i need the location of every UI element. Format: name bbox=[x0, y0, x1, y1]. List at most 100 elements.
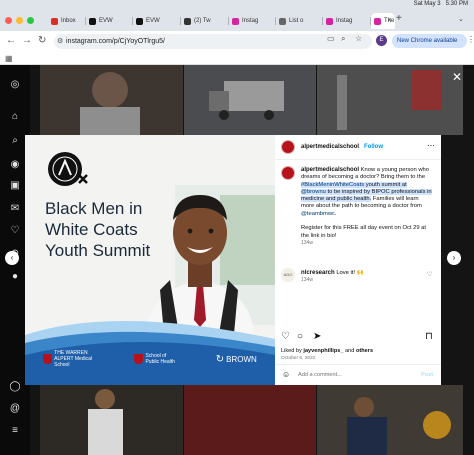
sponsor-logos: THE WARREN ALPERT Medical School School … bbox=[25, 347, 275, 371]
forward-icon[interactable]: → bbox=[22, 35, 32, 46]
chrome-menu-icon[interactable]: ⋮ bbox=[467, 35, 474, 44]
search-icon[interactable]: ⌕ bbox=[8, 135, 22, 146]
caption-hashtag-link[interactable]: #BlackMeninWhiteCoats bbox=[301, 181, 365, 188]
tab-label: Inbox bbox=[61, 18, 76, 24]
post-modal: Black Men in White Coats Youth Summit TH… bbox=[25, 135, 441, 385]
post-image[interactable]: Black Men in White Coats Youth Summit TH… bbox=[25, 135, 275, 385]
background-post-thumbnail[interactable] bbox=[40, 65, 183, 135]
address-bar[interactable]: ⚙ instagram.com/p/CjYoyOTlrgu5/ bbox=[54, 34, 372, 49]
tab-favicon-icon bbox=[232, 17, 239, 25]
bookmark-star-icon[interactable]: ☆ bbox=[355, 34, 362, 43]
tab-favicon-icon bbox=[89, 17, 96, 25]
close-modal-icon[interactable]: ✕ bbox=[452, 70, 462, 84]
likes-others-link[interactable]: others bbox=[356, 348, 373, 354]
commenter-avatar[interactable]: ADO bbox=[281, 268, 295, 282]
bio-med-icon: ↻ bbox=[215, 353, 225, 365]
background-post-thumbnail[interactable] bbox=[317, 65, 463, 135]
tab-favicon-icon bbox=[374, 17, 381, 25]
post-caption: alpertmedicalschool Know a young person … bbox=[301, 167, 433, 247]
browser-tab[interactable]: (2) Tw bbox=[181, 13, 229, 29]
close-tab-icon[interactable]: ✕ bbox=[387, 17, 392, 24]
emoji-icon[interactable]: ☺ bbox=[282, 370, 290, 379]
caption-mention-link[interactable]: @teambmwc bbox=[301, 211, 335, 217]
more-options-icon[interactable]: ⋯ bbox=[427, 141, 435, 150]
browser-tab[interactable]: Instag bbox=[323, 13, 371, 29]
apps-grid-icon[interactable]: ▦ bbox=[5, 54, 13, 63]
post-header: alpertmedicalschool • Follow ⋯ bbox=[275, 135, 441, 160]
add-comment-input[interactable]: Add a comment... bbox=[298, 372, 342, 378]
browser-tab[interactable]: EVW bbox=[86, 13, 133, 29]
zoom-window-button[interactable] bbox=[27, 17, 34, 24]
follow-button[interactable]: Follow bbox=[364, 144, 383, 150]
like-icon[interactable]: ♡ bbox=[281, 331, 290, 342]
tab-search-icon[interactable]: ⌄ bbox=[458, 15, 464, 23]
tab-label: Instag bbox=[242, 18, 259, 24]
reels-icon[interactable]: ▣ bbox=[8, 180, 22, 191]
brown-logo: ↻ BROWN bbox=[216, 354, 257, 365]
tab-label: (2) Tw bbox=[194, 18, 211, 24]
site-info-icon[interactable]: ⚙ bbox=[57, 34, 63, 49]
profile-icon[interactable]: ● bbox=[8, 271, 22, 282]
background-post-thumbnail[interactable] bbox=[184, 385, 316, 455]
tab-strip: Inbox EVW EVW (2) Tw Instag List o Instag The V… bbox=[0, 10, 474, 31]
close-window-button[interactable] bbox=[5, 17, 12, 24]
cast-icon[interactable]: ▭ bbox=[327, 34, 335, 43]
bmwc-logo-icon bbox=[48, 152, 88, 186]
likes-summary: Liked by jayvenphillips_ and others bbox=[281, 348, 373, 354]
like-comment-icon[interactable]: ♡ bbox=[427, 271, 432, 278]
background-post-thumbnail[interactable] bbox=[40, 385, 183, 455]
messages-icon[interactable]: ✉ bbox=[8, 203, 22, 214]
commenter-avatar-text: ADO bbox=[283, 272, 293, 277]
zoom-icon[interactable]: ⌕ bbox=[341, 34, 345, 44]
post-date: October 6, 2022 bbox=[281, 356, 316, 361]
back-icon[interactable]: ← bbox=[6, 35, 16, 46]
caption-timestamp: 134w bbox=[301, 239, 313, 246]
browser-tab[interactable]: The V✕ bbox=[371, 13, 395, 29]
browser-tab[interactable]: EVW bbox=[133, 13, 181, 29]
public-health-logo: School of Public Health bbox=[134, 353, 179, 365]
caption-mention-link[interactable]: @brownu bbox=[301, 188, 326, 195]
save-icon[interactable]: ⊓ bbox=[425, 331, 433, 342]
notifications-icon[interactable]: ♡ bbox=[8, 225, 22, 236]
author-avatar[interactable] bbox=[281, 140, 295, 154]
home-icon[interactable]: ⌂ bbox=[8, 111, 22, 122]
post-comment-button[interactable]: Post bbox=[421, 372, 433, 378]
tab-favicon-icon bbox=[279, 17, 286, 25]
comment-text: Love it! 🙌 bbox=[336, 270, 364, 276]
public-health-logo-text: School of Public Health bbox=[145, 353, 175, 365]
comment-username[interactable]: nlcresearch bbox=[301, 270, 335, 276]
tab-favicon-icon bbox=[326, 17, 333, 25]
profile-avatar[interactable]: E bbox=[376, 35, 387, 46]
share-icon[interactable]: ➤ bbox=[313, 331, 321, 342]
post-side-panel: alpertmedicalschool • Follow ⋯ alpertmed… bbox=[275, 135, 441, 385]
background-post-thumbnail[interactable] bbox=[184, 65, 316, 135]
caption-username[interactable]: alpertmedicalschool bbox=[301, 167, 359, 173]
tab-favicon-icon bbox=[136, 17, 143, 25]
threads-icon[interactable]: @ bbox=[8, 403, 22, 414]
comment-item: nlcresearch Love it! 🙌 134w bbox=[301, 270, 421, 285]
add-comment-bar: ☺ Add a comment... Post bbox=[275, 364, 441, 385]
dot-separator: • bbox=[357, 144, 359, 150]
instagram-logo-icon[interactable]: ◎ bbox=[8, 79, 22, 90]
next-post-arrow-icon[interactable]: › bbox=[447, 251, 461, 265]
more-menu-icon[interactable]: ≡ bbox=[8, 425, 22, 436]
tab-label: EVW bbox=[146, 18, 160, 24]
likes-user-link[interactable]: jayvenphillips_ bbox=[303, 348, 343, 354]
browser-tab[interactable]: List o bbox=[276, 13, 323, 29]
previous-post-arrow-icon[interactable]: ‹ bbox=[5, 251, 19, 265]
tab-favicon-icon bbox=[184, 17, 191, 25]
comment-icon[interactable]: ○ bbox=[297, 331, 303, 342]
explore-icon[interactable]: ◉ bbox=[8, 159, 22, 170]
meta-icon[interactable]: ◯ bbox=[8, 381, 22, 392]
tab-label: EVW bbox=[99, 18, 113, 24]
page-viewport: ◎ ⌂ ⌕ ◉ ▣ ✉ ♡ ⊕ ● ◯ @ ≡ ✕ ‹ › bbox=[0, 65, 474, 455]
author-username[interactable]: alpertmedicalschool bbox=[301, 144, 359, 150]
browser-tab[interactable]: Instag bbox=[229, 13, 276, 29]
new-tab-button[interactable]: + bbox=[396, 13, 402, 24]
caption-avatar[interactable] bbox=[281, 166, 295, 180]
minimize-window-button[interactable] bbox=[16, 17, 23, 24]
chrome-update-button[interactable]: New Chrome available bbox=[392, 34, 467, 48]
browser-tab[interactable]: Inbox bbox=[48, 13, 86, 29]
reload-icon[interactable]: ↻ bbox=[38, 35, 46, 46]
background-post-thumbnail[interactable] bbox=[317, 385, 463, 455]
